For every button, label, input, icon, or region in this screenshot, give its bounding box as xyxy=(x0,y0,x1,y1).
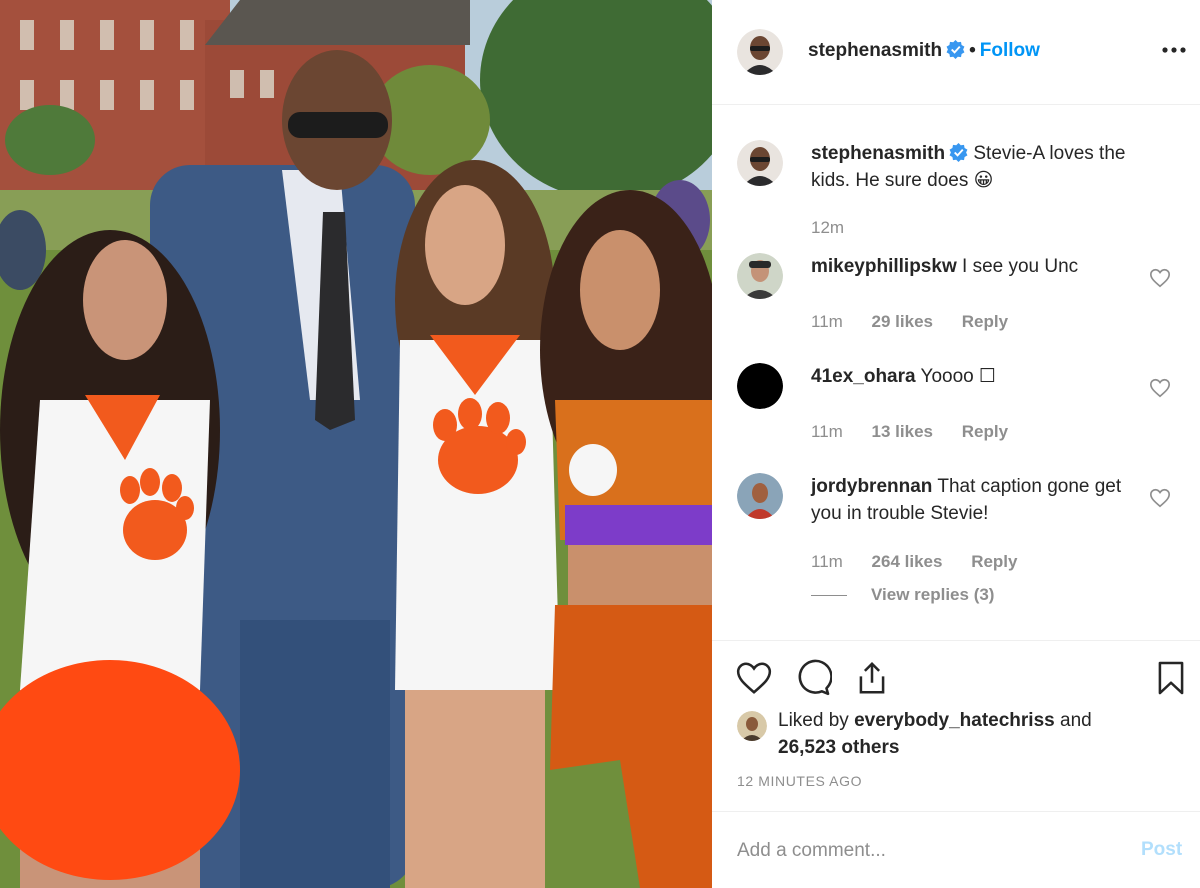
comment-time[interactable]: 11m xyxy=(811,422,843,441)
author-name-row: stephenasmith • Follow xyxy=(808,40,1040,62)
bookmark-icon[interactable] xyxy=(1152,659,1190,697)
comment-avatar[interactable] xyxy=(737,253,783,299)
likes-summary: Liked by everybody_hatechriss and 26,523… xyxy=(778,707,1178,761)
liker-avatar[interactable] xyxy=(737,711,767,741)
comment-meta: 11m 264 likes Reply xyxy=(811,552,1041,572)
share-icon[interactable] xyxy=(853,659,891,697)
caption-avatar[interactable] xyxy=(737,140,783,186)
comment-bubble-icon[interactable] xyxy=(794,659,833,697)
separator-dot: • xyxy=(969,40,976,61)
post-actions: Liked by everybody_hatechriss and 26,523… xyxy=(712,641,1200,811)
comment-time[interactable]: 11m xyxy=(811,552,843,571)
post-side-panel: stephenasmith • Follow stephenasmith Stevi… xyxy=(712,0,1200,888)
post-header: stephenasmith • Follow xyxy=(712,0,1200,104)
likes-prefix: Liked by xyxy=(778,710,849,731)
more-horizontal-icon[interactable] xyxy=(1160,38,1188,62)
comment-avatar[interactable] xyxy=(737,473,783,519)
like-comment-heart-icon[interactable] xyxy=(1149,267,1171,289)
verified-badge-icon xyxy=(949,143,968,162)
reply-button[interactable]: Reply xyxy=(962,312,1008,331)
comment-text: 41ex_ohara Yoooo ☐ xyxy=(811,363,1151,390)
post-comment-button[interactable]: Post xyxy=(1141,839,1182,861)
like-comment-heart-icon[interactable] xyxy=(1149,377,1171,399)
likes-others[interactable]: 26,523 others xyxy=(778,737,899,758)
reply-button[interactable]: Reply xyxy=(962,422,1008,441)
post-photo-illustration xyxy=(0,0,712,888)
add-comment-bar: Post xyxy=(712,811,1200,888)
post-timestamp[interactable]: 12 MINUTES AGO xyxy=(737,773,862,789)
comment-time[interactable]: 11m xyxy=(811,312,843,331)
caption-meta: 12m xyxy=(811,218,868,238)
verified-badge-icon xyxy=(946,40,965,59)
comment-username[interactable]: 41ex_ohara xyxy=(811,366,916,387)
comment-likes[interactable]: 264 likes xyxy=(872,552,943,571)
caption-username[interactable]: stephenasmith xyxy=(811,143,945,164)
comment-likes[interactable]: 13 likes xyxy=(872,422,933,441)
comment-meta: 11m 13 likes Reply xyxy=(811,422,1032,442)
caption-text: stephenasmith Stevie-A loves the kids. H… xyxy=(811,140,1151,194)
view-replies-label: View replies (3) xyxy=(871,585,995,604)
comment-likes[interactable]: 29 likes xyxy=(872,312,933,331)
comment-avatar[interactable] xyxy=(737,363,783,409)
comment-text: mikeyphillipskw I see you Unc xyxy=(811,253,1151,280)
comment-body: Yoooo ☐ xyxy=(920,366,997,387)
author-username[interactable]: stephenasmith xyxy=(808,40,942,61)
liker-username[interactable]: everybody_hatechriss xyxy=(854,710,1055,731)
comment-meta: 11m 29 likes Reply xyxy=(811,312,1032,332)
comments-list[interactable]: stephenasmith Stevie-A loves the kids. H… xyxy=(712,105,1200,640)
comment-body: I see you Unc xyxy=(962,256,1079,277)
like-comment-heart-icon[interactable] xyxy=(1149,487,1171,509)
comment-username[interactable]: mikeyphillipskw xyxy=(811,256,957,277)
heart-icon[interactable] xyxy=(735,659,773,697)
comment-text: jordybrennan That caption gone get you i… xyxy=(811,473,1151,527)
reply-button[interactable]: Reply xyxy=(971,552,1017,571)
view-replies-line xyxy=(811,595,847,597)
post-photo xyxy=(0,0,712,888)
comment-username[interactable]: jordybrennan xyxy=(811,476,932,497)
follow-button[interactable]: Follow xyxy=(980,40,1040,61)
likes-and: and xyxy=(1060,710,1092,731)
comment-input[interactable] xyxy=(737,836,1117,866)
author-avatar[interactable] xyxy=(737,29,783,75)
view-replies-button[interactable]: View replies (3) xyxy=(811,585,994,605)
caption-time[interactable]: 12m xyxy=(811,218,844,237)
